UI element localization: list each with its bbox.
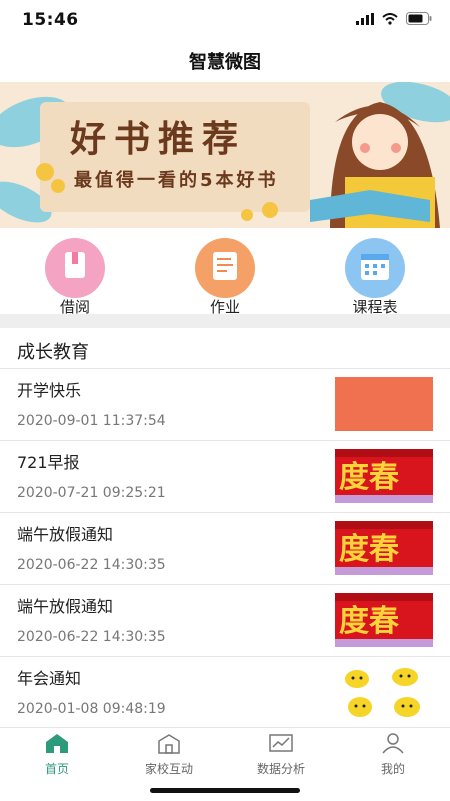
item-date: 2020-09-01 11:37:54 [17, 413, 166, 429]
tab-school-label: 家校互动 [144, 762, 193, 776]
section-divider [0, 314, 450, 328]
thumbnail-stickers [335, 665, 433, 719]
battery-icon [406, 12, 432, 25]
svg-text:度春: 度春 [339, 604, 399, 639]
user-icon [382, 733, 404, 754]
tab-data-label: 数据分析 [256, 762, 305, 776]
tab-home-label: 首页 [44, 762, 69, 776]
nav-bar: 智慧微图 [0, 40, 450, 82]
item-date: 2020-07-21 09:25:21 [17, 485, 166, 501]
wifi-icon [382, 12, 398, 25]
promo-banner[interactable]: 好书推荐 最值得一看的5本好书 [0, 82, 450, 228]
banner-subline: 最值得一看的5本好书 [74, 170, 279, 191]
home-icon [46, 734, 68, 753]
status-time: 15:46 [22, 10, 79, 30]
item-date: 2020-01-08 09:48:19 [17, 701, 166, 717]
thumbnail-festival: 度春 [335, 521, 433, 575]
quick-homework-button[interactable]: 作业 [180, 238, 270, 316]
article-list: 开学快乐 2020-09-01 11:37:54 721早报 2020-07-2… [0, 368, 450, 728]
item-title: 开学快乐 [17, 381, 82, 400]
tab-mine-label: 我的 [380, 762, 405, 776]
quick-borrow-button[interactable]: 借阅 [30, 238, 120, 316]
list-item[interactable]: 开学快乐 2020-09-01 11:37:54 [0, 368, 450, 440]
item-title: 年会通知 [17, 669, 82, 688]
tab-data-analysis[interactable]: 数据分析 [236, 732, 326, 777]
list-item[interactable]: 端午放假通知 2020-06-22 14:30:35 度春 [0, 584, 450, 656]
banner-headline: 好书推荐 [70, 119, 247, 160]
item-title: 721早报 [17, 453, 80, 472]
list-item[interactable]: 年会通知 2020-01-08 09:48:19 [0, 656, 450, 728]
thumbnail-festival: 度春 [335, 449, 433, 503]
school-icon [158, 734, 180, 754]
list-item[interactable]: 端午放假通知 2020-06-22 14:30:35 度春 [0, 512, 450, 584]
homework-icon [195, 238, 255, 298]
section-title: 成长教育 [17, 342, 89, 363]
item-title: 端午放假通知 [17, 597, 114, 616]
item-date: 2020-06-22 14:30:35 [17, 557, 166, 573]
item-title: 端午放假通知 [17, 525, 114, 544]
quick-schedule-button[interactable]: 课程表 [330, 238, 420, 316]
thumbnail-festival: 度春 [335, 593, 433, 647]
tab-home[interactable]: 首页 [12, 732, 102, 777]
page-title: 智慧微图 [189, 52, 261, 73]
book-icon [45, 238, 105, 298]
calendar-icon [345, 238, 405, 298]
tab-mine[interactable]: 我的 [348, 732, 438, 777]
quick-actions: 借阅 作业 课程表 [0, 230, 450, 316]
list-item[interactable]: 721早报 2020-07-21 09:25:21 度春 [0, 440, 450, 512]
home-indicator [150, 788, 300, 793]
item-date: 2020-06-22 14:30:35 [17, 629, 166, 645]
status-bar: 15:46 [0, 0, 450, 40]
tab-school-interaction[interactable]: 家校互动 [124, 732, 214, 777]
svg-text:度春: 度春 [339, 460, 399, 495]
thumbnail-orange [335, 377, 433, 431]
signal-icon [356, 12, 374, 25]
svg-text:度春: 度春 [339, 532, 399, 567]
chart-icon [269, 734, 293, 752]
